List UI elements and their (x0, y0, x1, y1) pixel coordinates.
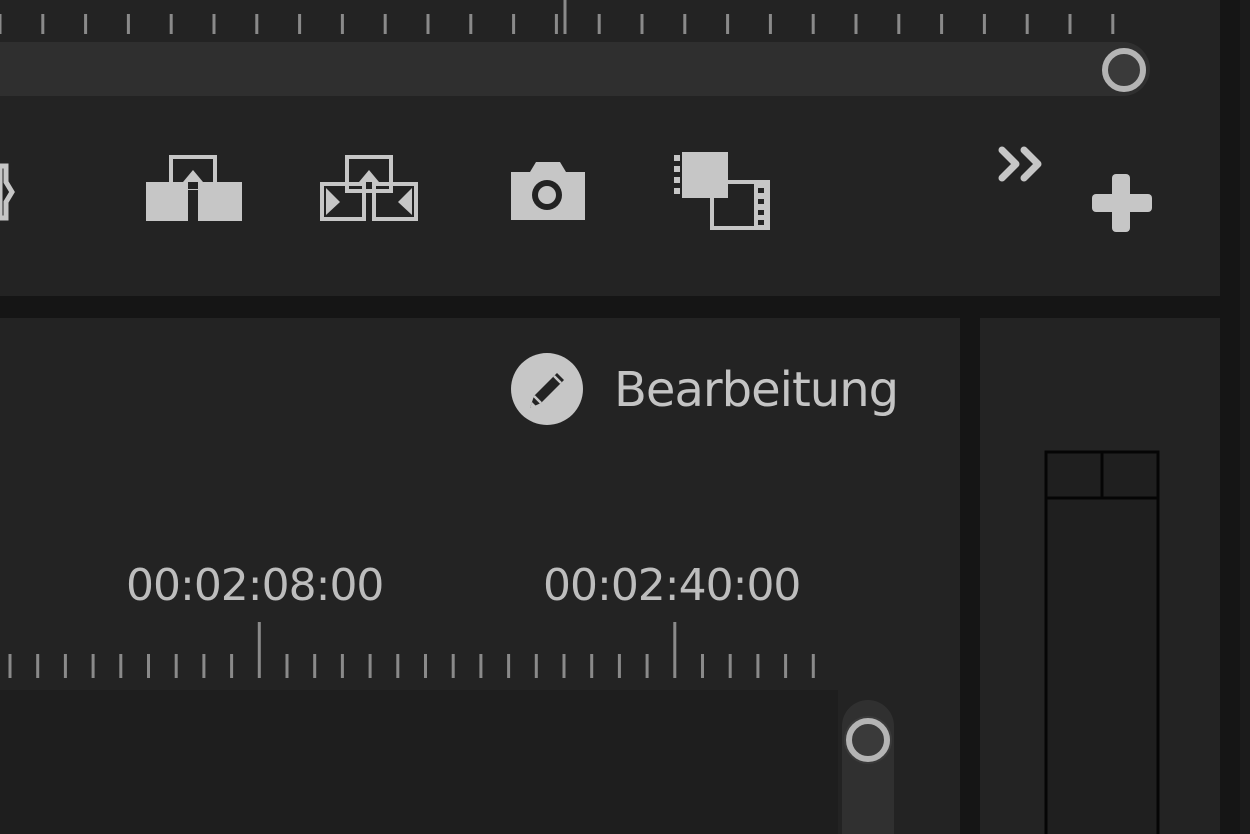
timeline-track-area[interactable] (0, 690, 838, 834)
comparison-view-icon (672, 152, 770, 230)
audio-meter (1044, 450, 1160, 834)
lift-button[interactable] (140, 152, 246, 226)
timeline-time-ruler[interactable] (0, 620, 840, 682)
double-chevron-right-icon (998, 146, 1042, 182)
button-editor-button[interactable] (1090, 172, 1154, 234)
insert-icon[interactable] (0, 158, 16, 226)
timeline-scroll-handle[interactable] (842, 714, 894, 766)
monitor-scroll-handle[interactable] (1098, 44, 1150, 96)
plus-icon (1092, 174, 1152, 232)
extract-icon (320, 155, 418, 221)
timecode-label: 00:02:40:00 (543, 560, 801, 611)
pencil-icon (511, 353, 583, 425)
overflow-button[interactable] (994, 142, 1054, 188)
monitor-time-ruler[interactable] (0, 0, 1160, 40)
camera-icon (511, 162, 585, 220)
extract-button[interactable] (316, 152, 422, 226)
workspace-label[interactable]: Bearbeitung (614, 358, 899, 422)
monitor-zoom-scrollbar[interactable] (0, 42, 1150, 96)
workspace-edit-button[interactable] (510, 352, 584, 426)
comparison-view-button[interactable] (668, 148, 774, 234)
timecode-label: 00:02:08:00 (126, 560, 384, 611)
lift-icon (146, 155, 242, 221)
export-frame-button[interactable] (508, 158, 588, 224)
window-edge (1240, 0, 1250, 834)
